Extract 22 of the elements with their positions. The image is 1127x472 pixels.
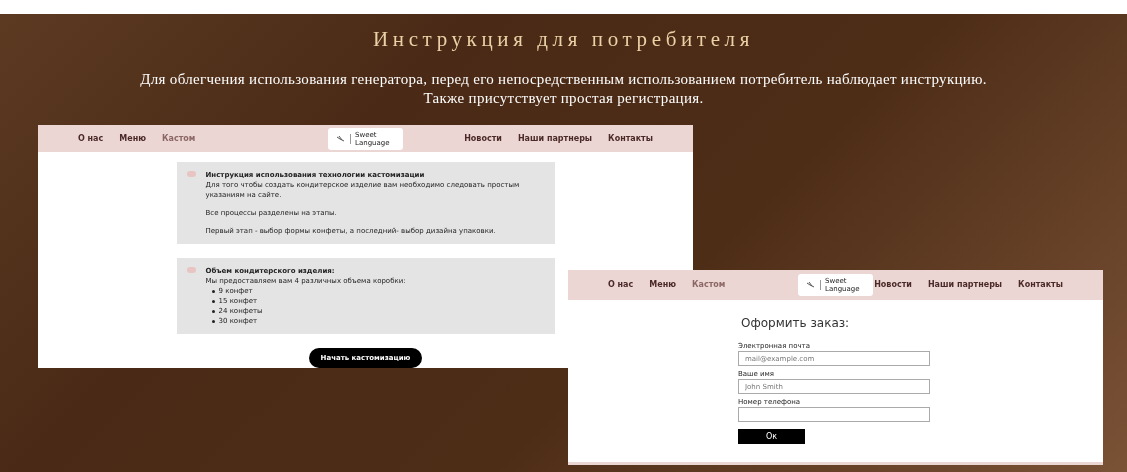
nav-link[interactable]: Меню	[649, 279, 676, 291]
nav-link[interactable]: О нас	[78, 132, 104, 145]
ok-button[interactable]: Ок	[738, 429, 805, 444]
bullet-icon	[211, 299, 215, 303]
slide-text: Для облегчения использования генератора, перед его непосредственным использованием потребитель наблюдает инструкцию.	[140, 69, 987, 89]
nav-link[interactable]: Контакты	[1018, 279, 1063, 291]
nav-link[interactable]: Наши партнеры	[517, 132, 593, 145]
nav-link[interactable]: Новости	[464, 132, 502, 145]
nav-link[interactable]: Кастом	[161, 132, 196, 145]
bullet-icon	[211, 309, 215, 313]
slide-title: Инструкция для потребителя	[373, 26, 754, 53]
bullet-icon	[211, 319, 215, 323]
nav-link[interactable]: Меню	[119, 132, 146, 145]
form-title: Оформить заказ:	[740, 315, 851, 332]
nav-link[interactable]: Наши партнеры	[927, 279, 1003, 291]
nav-link[interactable]: Новости	[874, 279, 912, 291]
nav-link[interactable]: Кастом	[691, 279, 726, 291]
slide-text: Также присутствует простая регистрация.	[423, 88, 704, 108]
nav-link[interactable]: О нас	[608, 279, 634, 291]
bullet-icon	[211, 289, 215, 293]
nav-link[interactable]: Контакты	[608, 132, 653, 145]
input-field[interactable]	[738, 407, 930, 422]
